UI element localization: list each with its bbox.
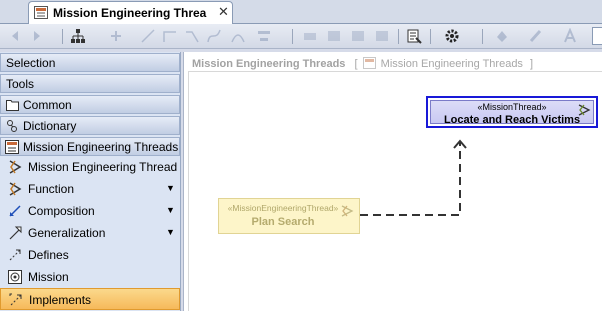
palette-group-label: Common: [23, 98, 72, 112]
generalization-icon: [7, 225, 23, 241]
function-icon: [7, 181, 23, 197]
toolbar-separator: [482, 29, 483, 44]
palette-item-label: Defines: [28, 248, 69, 262]
dictionary-icon: [7, 120, 17, 132]
diagram-palette: Selection Tools Common Dictionary Missio…: [0, 52, 181, 311]
tab-title: Mission Engineering Threa: [53, 6, 207, 20]
mission-engineering-thread-icon: [7, 159, 23, 175]
box-icon-3[interactable]: [374, 28, 390, 44]
palette-group-label: Dictionary: [23, 119, 77, 133]
forward-arrow-icon[interactable]: [28, 28, 44, 44]
node-name: Plan Search: [251, 216, 315, 228]
close-icon[interactable]: ✕: [218, 4, 229, 20]
align-icon[interactable]: [256, 28, 272, 44]
gear-icon[interactable]: [444, 28, 460, 44]
toolbar-separator: [62, 29, 63, 44]
box-icon[interactable]: [326, 28, 342, 44]
palette-item-implements[interactable]: Implements: [0, 288, 180, 310]
palette-group-mission-engineering-threads[interactable]: Mission Engineering Threads: [0, 137, 180, 156]
palette-item-label: Composition: [28, 204, 95, 218]
palette-item-generalization[interactable]: Generalization ▼: [0, 222, 180, 244]
layout-tree-icon[interactable]: [70, 28, 86, 44]
path-oblique-icon[interactable]: [184, 28, 200, 44]
palette-item-label: Mission: [28, 270, 69, 284]
diagram-icon: [5, 140, 19, 154]
path-straight-icon[interactable]: [140, 28, 156, 44]
palette-item-label: Implements: [29, 293, 92, 307]
palette-group-selection[interactable]: Selection: [0, 53, 180, 72]
palette-item-composition[interactable]: Composition ▼: [0, 200, 180, 222]
chevron-down-icon[interactable]: ▼: [166, 183, 175, 193]
tab-bar: Mission Engineering Threa ✕: [0, 0, 602, 24]
chevron-down-icon[interactable]: ▼: [166, 205, 175, 215]
add-element-icon[interactable]: [108, 28, 124, 44]
palette-group-label: Mission Engineering Threads: [23, 140, 179, 154]
diagram-icon: [34, 6, 48, 19]
layout-grid-icon[interactable]: [302, 28, 318, 44]
font-color-icon[interactable]: [562, 28, 578, 44]
palette-group-tools[interactable]: Tools: [0, 74, 180, 93]
mission-thread-shape: «MissionThread» Locate and Reach Victims: [430, 100, 594, 126]
implements-connector[interactable]: [184, 52, 602, 311]
palette-group-label: Selection: [6, 56, 56, 70]
line-color-icon[interactable]: [528, 28, 544, 44]
path-curve-icon[interactable]: [230, 28, 246, 44]
palette-item-mission[interactable]: Mission: [0, 266, 180, 288]
search-input[interactable]: [592, 27, 602, 45]
path-spline-icon[interactable]: [206, 28, 222, 44]
properties-icon[interactable]: [406, 28, 422, 44]
box-icon-2[interactable]: [350, 28, 366, 44]
palette-item-function[interactable]: Function ▼: [0, 178, 180, 200]
palette-item-label: Function: [28, 182, 75, 196]
palette-item-mission-engineering-thread[interactable]: Mission Engineering Thread: [0, 156, 180, 178]
palette-item-label: Mission Engineering Thread: [28, 160, 178, 174]
palette-group-label: Tools: [6, 77, 35, 91]
chevron-down-icon[interactable]: ▼: [166, 227, 175, 237]
mission-engineering-thread-node[interactable]: «MissionEngineeringThread» Plan Search: [218, 198, 360, 234]
palette-group-common[interactable]: Common: [0, 95, 180, 114]
mission-icon: [7, 269, 23, 285]
mission-thread-node[interactable]: «MissionThread» Locate and Reach Victims: [426, 96, 598, 128]
path-rect-icon[interactable]: [162, 28, 178, 44]
defines-icon: [7, 247, 23, 263]
palette-item-defines[interactable]: Defines: [0, 244, 180, 266]
palette-group-dictionary[interactable]: Dictionary: [0, 116, 180, 135]
diagram-toolbar: [0, 24, 602, 49]
diagram-tab[interactable]: Mission Engineering Threa ✕: [28, 1, 233, 24]
toolbar-separator: [292, 29, 293, 44]
toolbar-separator: [398, 29, 399, 44]
node-name: Locate and Reach Victims: [443, 114, 581, 126]
implements-icon: [8, 292, 24, 308]
toolbar-separator: [430, 29, 431, 44]
diagram-canvas[interactable]: Mission Engineering Threads [ Mission En…: [183, 52, 602, 311]
node-stereotype: «MissionEngineeringThread»: [227, 203, 339, 213]
node-stereotype: «MissionThread»: [477, 102, 547, 112]
palette-item-label: Generalization: [28, 226, 106, 240]
fill-color-icon[interactable]: [494, 28, 510, 44]
folder-icon: [6, 100, 19, 111]
composition-icon: [7, 203, 23, 219]
mission-thread-icon: [577, 103, 591, 117]
back-arrow-icon[interactable]: [8, 28, 24, 44]
mission-engineering-thread-icon: [340, 204, 354, 218]
